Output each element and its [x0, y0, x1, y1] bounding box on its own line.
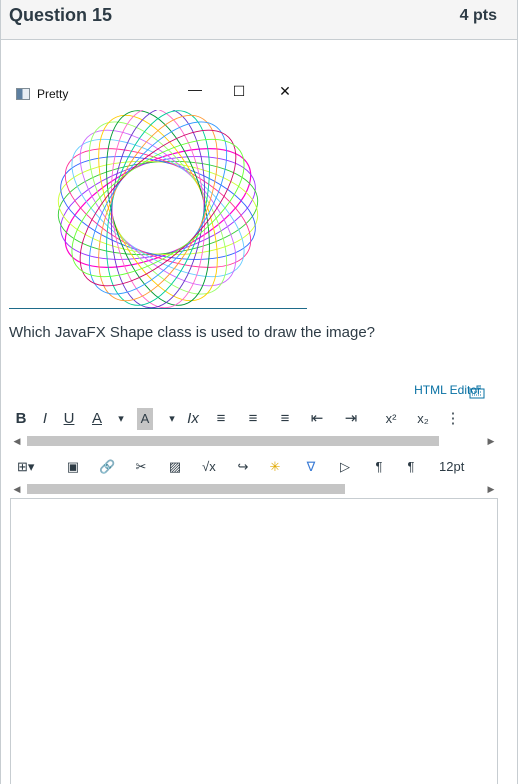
text-color-dropdown[interactable]: ▾: [113, 408, 129, 430]
unlink-button[interactable]: ✂: [133, 456, 149, 478]
link-button[interactable]: 🔗: [99, 456, 115, 478]
scrollbar-thumb[interactable]: [27, 436, 439, 446]
background-color-dropdown[interactable]: ▾: [164, 408, 180, 430]
scroll-right-icon[interactable]: ▶: [485, 482, 497, 496]
ellipse-shape: [71, 138, 245, 278]
media-button[interactable]: ▣: [65, 456, 81, 478]
bold-button[interactable]: B: [13, 408, 29, 430]
font-size-select[interactable]: 12pt: [439, 456, 464, 478]
scrollbar-thumb[interactable]: [27, 484, 345, 494]
embed-button[interactable]: ↪: [235, 456, 251, 478]
list-button[interactable]: ⋮: [445, 408, 461, 430]
maximize-icon: ☐: [232, 83, 246, 99]
ellipse-shape: [79, 129, 237, 287]
ellipse-shape: [71, 138, 245, 278]
superscript-button[interactable]: x²: [383, 408, 399, 430]
image-button[interactable]: ▨: [167, 456, 183, 478]
italic-button[interactable]: I: [37, 408, 53, 430]
question-points: 4 pts: [459, 7, 497, 24]
scroll-right-icon[interactable]: ▶: [485, 434, 497, 448]
align-right-button[interactable]: ≡: [277, 408, 293, 430]
apps-button[interactable]: ∇: [303, 456, 319, 478]
editor-toolbar-formatting: B I U A ▾ A ▾ Ix ≡ ≡ ≡ ⇤ ⇥ x² x₂ ⋮: [9, 404, 511, 434]
minimize-icon: —: [188, 81, 202, 97]
scroll-left-icon[interactable]: ◀: [11, 482, 23, 496]
text-color-button[interactable]: A: [89, 408, 105, 430]
outdent-button[interactable]: ⇤: [309, 408, 325, 430]
question-text: Which JavaFX Shape class is used to draw…: [9, 324, 376, 341]
math-button[interactable]: √x: [201, 456, 217, 478]
ltr-button[interactable]: ¶: [371, 456, 387, 478]
window-baseline: [9, 308, 307, 309]
question-card: Question 15 4 pts Pretty — ☐ ✕ Which Jav…: [0, 0, 518, 784]
ellipse-shape: [57, 160, 259, 256]
toolbar-scrollbar-1[interactable]: ◀ ▶: [9, 434, 499, 448]
rtl-button[interactable]: ¶: [403, 456, 419, 478]
question-title: Question 15: [9, 5, 113, 25]
scroll-left-icon[interactable]: ◀: [11, 434, 23, 448]
window-app-icon: [16, 88, 30, 100]
video-button[interactable]: ▷: [337, 456, 353, 478]
keyboard-icon[interactable]: [469, 384, 485, 400]
align-left-button[interactable]: ≡: [213, 408, 229, 430]
toolbar-scrollbar-2[interactable]: ◀ ▶: [9, 482, 499, 496]
align-center-button[interactable]: ≡: [245, 408, 261, 430]
editor-toolbar-insert: ⊞▾ ▣ 🔗 ✂ ▨ √x ↪ ✳ ∇ ▷ ¶ ¶ 12pt: [9, 452, 511, 482]
background-color-button[interactable]: A: [137, 408, 153, 430]
question-header: Question 15 4 pts: [1, 0, 517, 40]
subscript-button[interactable]: x₂: [415, 408, 431, 430]
ellipse-shape: [79, 129, 237, 287]
close-icon: ✕: [279, 83, 291, 99]
ellipse-shape: [57, 160, 259, 256]
javafx-window-screenshot: Pretty — ☐ ✕: [9, 80, 309, 312]
rotated-ellipses-drawing: [57, 110, 259, 309]
underline-button[interactable]: U: [61, 408, 77, 430]
window-title: Pretty: [37, 87, 69, 101]
spinner-button[interactable]: ✳: [267, 456, 283, 478]
table-button[interactable]: ⊞▾: [17, 456, 34, 478]
answer-text-area[interactable]: [10, 498, 498, 784]
indent-button[interactable]: ⇥: [343, 408, 359, 430]
clear-formatting-button[interactable]: Ix: [185, 408, 201, 430]
